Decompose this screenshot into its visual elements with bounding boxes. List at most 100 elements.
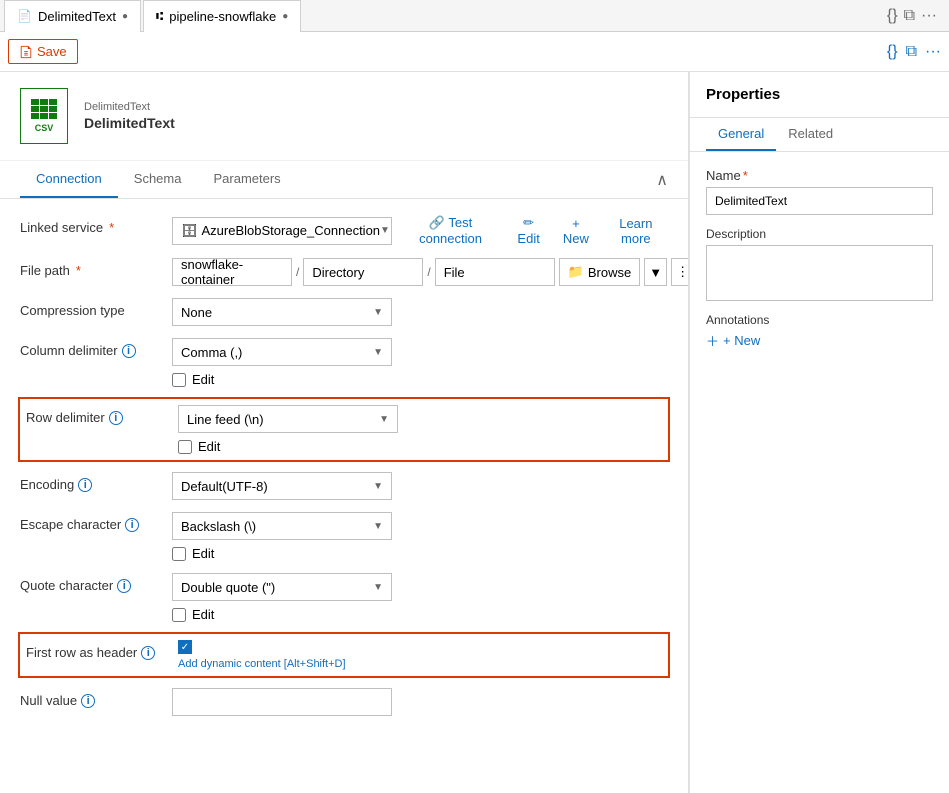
- linked-service-chevron: ▼: [380, 225, 390, 236]
- tab-delimited-text-close[interactable]: ●: [122, 11, 128, 22]
- row-delimiter-select[interactable]: Line feed (\n) ▼: [178, 405, 398, 433]
- linked-service-label: Linked service *: [20, 215, 160, 235]
- edit-linked-service-button[interactable]: ✏ Edit: [509, 215, 548, 246]
- linked-service-row: Linked service * 🗄 AzureBlobStorage_Conn…: [20, 215, 668, 246]
- save-button[interactable]: Save: [8, 39, 78, 64]
- quote-edit-row: Edit: [172, 607, 392, 622]
- file-path-file[interactable]: File: [435, 258, 555, 286]
- add-dynamic-content-link[interactable]: Add dynamic content [Alt+Shift+D]: [178, 658, 346, 670]
- encoding-select[interactable]: Default(UTF-8) ▼: [172, 472, 392, 500]
- tab-pipeline-snowflake-close[interactable]: ●: [282, 11, 288, 22]
- first-row-checkbox[interactable]: [178, 640, 192, 654]
- quote-character-label: Quote character i: [20, 573, 160, 593]
- test-connection-button[interactable]: 🔗 Test connection: [400, 215, 501, 246]
- description-field-label: Description: [706, 227, 933, 241]
- browse-more[interactable]: ⋮: [671, 258, 689, 286]
- escape-character-select[interactable]: Backslash (\) ▼: [172, 512, 392, 540]
- dataset-name: DelimitedText: [84, 115, 175, 131]
- escape-character-label: Escape character i: [20, 512, 160, 532]
- more-icon[interactable]: ···: [925, 43, 941, 61]
- file-path-directory[interactable]: Directory: [303, 258, 423, 286]
- column-delimiter-select[interactable]: Comma (,) ▼: [172, 338, 392, 366]
- properties-title: Properties: [690, 72, 949, 118]
- row-edit-checkbox-input[interactable]: [178, 440, 192, 454]
- first-row-header-label: First row as header i: [26, 640, 166, 660]
- first-row-header-info-icon[interactable]: i: [141, 646, 155, 660]
- prop-tab-general[interactable]: General: [706, 118, 776, 151]
- row-delimiter-edit-row: Edit: [178, 439, 398, 454]
- tab-connection[interactable]: Connection: [20, 161, 118, 198]
- escape-info-icon[interactable]: i: [125, 518, 139, 532]
- collapse-icon[interactable]: ∧: [656, 170, 668, 190]
- quote-edit-checkbox-input[interactable]: [172, 608, 186, 622]
- linked-service-required: *: [109, 220, 114, 235]
- properties-body: Name * Description Annotations ＋ + New: [690, 152, 949, 366]
- code-icon[interactable]: {}: [887, 43, 898, 61]
- column-delimiter-row: Column delimiter i Comma (,) ▼ Edit: [20, 338, 668, 387]
- form-area: Linked service * 🗄 AzureBlobStorage_Conn…: [0, 199, 688, 732]
- name-required: *: [743, 168, 748, 183]
- null-value-row: Null value i: [20, 688, 668, 716]
- browse-chevron[interactable]: ▼: [644, 258, 667, 286]
- more-options-icon[interactable]: ···: [921, 7, 937, 25]
- tab-pipeline-snowflake[interactable]: ⑆ pipeline-snowflake ●: [143, 0, 301, 32]
- save-label: Save: [37, 44, 67, 59]
- description-textarea[interactable]: [706, 245, 933, 301]
- main-area: CSV DelimitedText DelimitedText Connecti…: [0, 72, 949, 793]
- tab-delimited-text[interactable]: 📄 DelimitedText ●: [4, 0, 141, 32]
- file-path-controls: snowflake-container / Directory / File 📁…: [172, 258, 689, 286]
- null-value-info-icon[interactable]: i: [81, 694, 95, 708]
- linked-service-select[interactable]: 🗄 AzureBlobStorage_Connection ▼: [172, 217, 392, 245]
- name-input[interactable]: [706, 187, 933, 215]
- quote-info-icon[interactable]: i: [117, 579, 131, 593]
- row-edit-label: Edit: [198, 439, 220, 454]
- new-linked-service-button[interactable]: + New: [556, 216, 596, 246]
- name-field-label: Name *: [706, 168, 933, 183]
- quote-edit-checkbox[interactable]: Edit: [172, 607, 214, 622]
- encoding-info-icon[interactable]: i: [78, 478, 92, 492]
- row-delimiter-label: Row delimiter i: [26, 405, 166, 425]
- code-view-icon[interactable]: {}: [887, 7, 898, 25]
- compression-type-row: Compression type None ▼: [20, 298, 668, 326]
- column-edit-label: Edit: [192, 372, 214, 387]
- row-edit-checkbox[interactable]: Edit: [178, 439, 220, 454]
- escape-edit-checkbox-input[interactable]: [172, 547, 186, 561]
- add-annotation-button[interactable]: ＋ + New: [706, 331, 933, 350]
- encoding-label: Encoding i: [20, 472, 160, 492]
- copy-icon[interactable]: ⧉: [904, 7, 915, 25]
- escape-character-subrow: Backslash (\) ▼ Edit: [172, 512, 392, 561]
- row-delimiter-chevron: ▼: [379, 414, 389, 425]
- add-icon: ＋: [706, 331, 719, 350]
- first-row-header-row: First row as header i Add dynamic conten…: [26, 640, 662, 670]
- edit-icon: ✏: [523, 215, 534, 230]
- quote-character-row: Quote character i Double quote (") ▼ Edi…: [20, 573, 668, 622]
- tab-pipeline-snowflake-label: pipeline-snowflake: [169, 9, 276, 24]
- file-path-row: File path * snowflake-container / Direct…: [20, 258, 668, 286]
- browse-button[interactable]: 📁 Browse: [559, 258, 641, 286]
- null-value-input[interactable]: [172, 688, 392, 716]
- column-delimiter-subrow: Comma (,) ▼ Edit: [172, 338, 392, 387]
- tab-parameters[interactable]: Parameters: [197, 161, 296, 198]
- compression-type-label: Compression type: [20, 298, 160, 318]
- dataset-header: CSV DelimitedText DelimitedText: [0, 72, 688, 161]
- escape-edit-checkbox[interactable]: Edit: [172, 546, 214, 561]
- column-edit-checkbox[interactable]: Edit: [172, 372, 214, 387]
- quote-character-select[interactable]: Double quote (") ▼: [172, 573, 392, 601]
- row-delimiter-info-icon[interactable]: i: [109, 411, 123, 425]
- compression-type-select[interactable]: None ▼: [172, 298, 392, 326]
- quote-edit-label: Edit: [192, 607, 214, 622]
- prop-tab-related[interactable]: Related: [776, 118, 845, 151]
- learn-more-button[interactable]: Learn more: [604, 216, 668, 246]
- toolbar: Save {} ⧉ ···: [0, 32, 949, 72]
- file-path-container[interactable]: snowflake-container: [172, 258, 292, 286]
- column-delimiter-info-icon[interactable]: i: [122, 344, 136, 358]
- column-delimiter-chevron: ▼: [373, 347, 383, 358]
- section-tabs: Connection Schema Parameters ∧: [0, 161, 688, 199]
- quote-character-subrow: Double quote (") ▼ Edit: [172, 573, 392, 622]
- tab-bar-actions: {} ⧉ ···: [887, 7, 937, 25]
- template-icon[interactable]: ⧉: [906, 43, 917, 61]
- description-field: Description: [706, 227, 933, 301]
- test-connection-icon: 🔗: [429, 215, 445, 230]
- column-edit-checkbox-input[interactable]: [172, 373, 186, 387]
- tab-schema[interactable]: Schema: [118, 161, 198, 198]
